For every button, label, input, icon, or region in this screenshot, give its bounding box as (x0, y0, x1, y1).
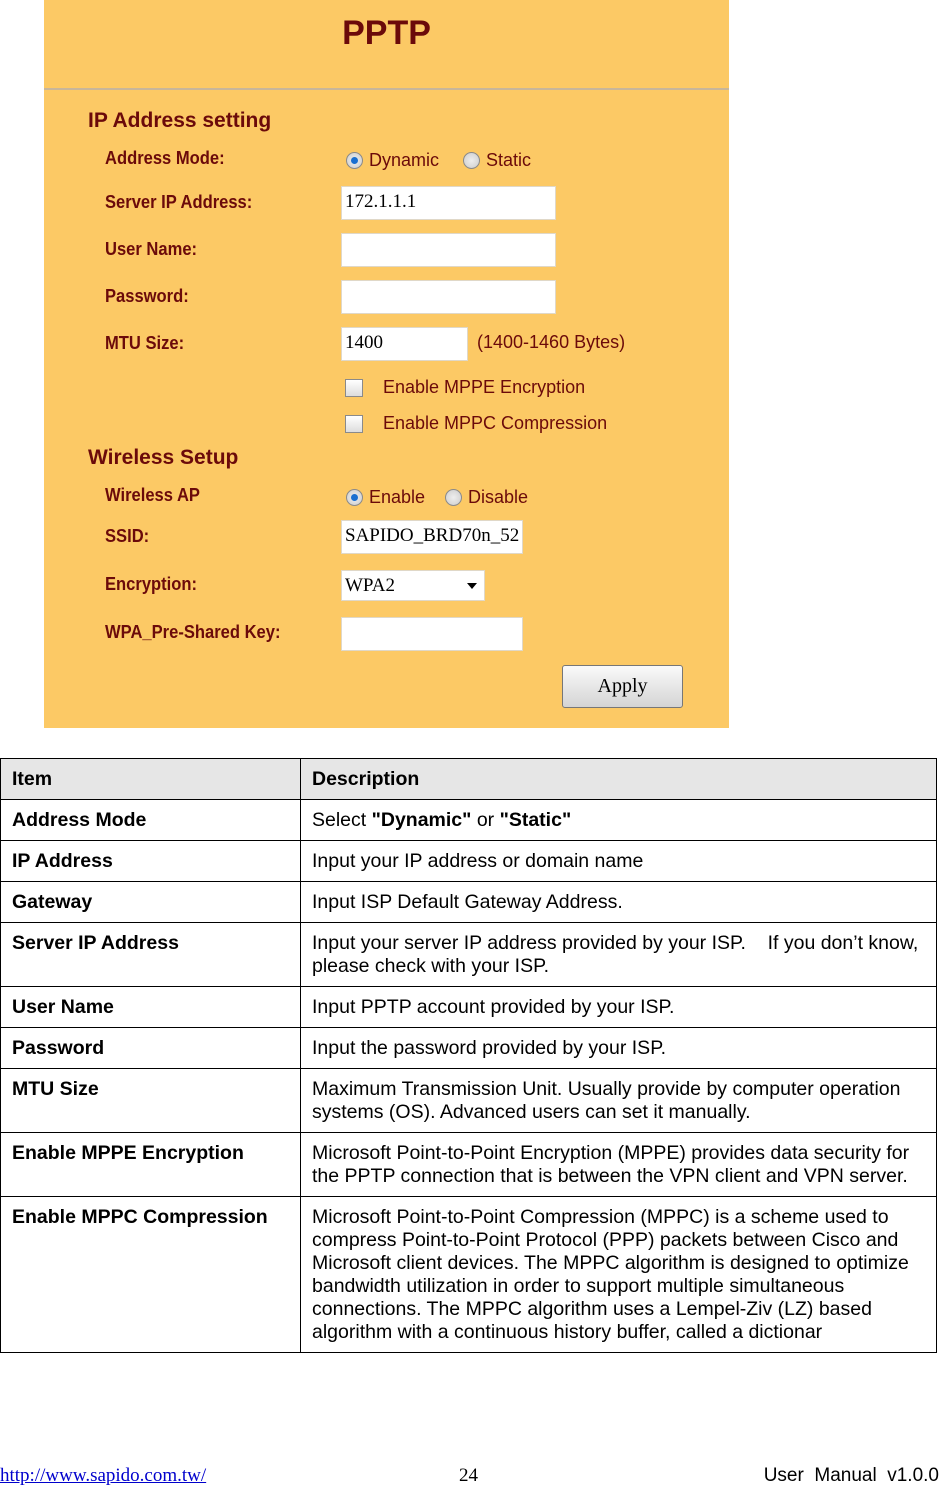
mppe-checkbox[interactable]: Enable MPPE Encryption (345, 377, 585, 398)
encryption-label: Encryption: (105, 574, 198, 594)
description-cell: Select "Dynamic" or "Static" (300, 799, 937, 841)
checkbox-icon (345, 414, 363, 433)
divider (44, 88, 729, 90)
header-description: Description (300, 758, 937, 800)
address-mode-label: Address Mode: (105, 148, 225, 168)
section-ip-address: IP Address setting (88, 109, 272, 132)
mtu-input[interactable]: 1400 (341, 327, 468, 361)
description-table: Item Description Address Mode Select "Dyna… (0, 758, 937, 1353)
encryption-value: WPA2 (345, 574, 395, 596)
description-cell: Input your server IP address provided by… (300, 922, 937, 987)
item-cell: User Name (0, 986, 301, 1028)
description-cell: Microsoft Point-to-Point Encryption (MPP… (300, 1132, 937, 1197)
mtu-hint: (1400-1460 Bytes) (477, 332, 626, 352)
page-title: PPTP (342, 14, 431, 52)
table-row: Enable MPPE Encryption Microsoft Point-to… (0, 1132, 937, 1197)
wireless-ap-label: Wireless AP (105, 485, 200, 505)
page-number: 24 (459, 1465, 478, 1486)
server-ip-input[interactable]: 172.1.1.1 (341, 186, 556, 220)
chevron-down-icon (467, 582, 477, 589)
table-row: Gateway Input ISP Default Gateway Address… (0, 881, 937, 923)
psk-input[interactable] (341, 617, 523, 651)
table-row: User Name Input PPTP account provided by … (0, 986, 937, 1028)
item-cell: Enable MPPE Encryption (0, 1132, 301, 1197)
ssid-label: SSID: (105, 526, 150, 546)
checkbox-label: Enable MPPE Encryption (383, 377, 586, 397)
item-cell: Address Mode (0, 799, 301, 841)
encryption-select[interactable]: WPA2 (341, 570, 485, 601)
table-row: MTU Size Maximum Transmission Unit. Usual… (0, 1068, 937, 1133)
apply-button[interactable]: Apply (562, 665, 683, 708)
ssid-input[interactable]: SAPIDO_BRD70n_52 (341, 520, 523, 554)
description-cell: Input ISP Default Gateway Address. (300, 881, 937, 923)
item-cell: Enable MPPC Compression (0, 1196, 301, 1353)
radio-label: Disable (468, 487, 529, 507)
table-row: Password Input the password provided by y… (0, 1027, 937, 1069)
description-cell: Input the password provided by your ISP. (300, 1027, 937, 1069)
item-cell: Password (0, 1027, 301, 1069)
description-cell: Input PPTP account provided by your ISP. (300, 986, 937, 1028)
radio-label: Enable (369, 487, 426, 507)
website-link[interactable]: http://www.sapido.com.tw/ (0, 1465, 206, 1487)
password-label: Password: (105, 286, 189, 306)
item-cell: IP Address (0, 840, 301, 882)
radio-icon (346, 152, 363, 169)
checkbox-icon (345, 378, 363, 397)
pptp-settings-panel: PPTP IP Address setting Address Mode: Dy… (44, 0, 729, 728)
description-cell: Maximum Transmission Unit. Usually provi… (300, 1068, 937, 1133)
radio-icon (346, 489, 363, 506)
description-cell: Microsoft Point-to-Point Compression (MP… (300, 1196, 937, 1353)
section-wireless: Wireless Setup (88, 446, 239, 469)
radio-dynamic[interactable]: Dynamic (346, 150, 439, 171)
checkbox-label: Enable MPPC Compression (383, 413, 608, 433)
radio-disable[interactable]: Disable (445, 487, 528, 508)
server-ip-label: Server IP Address: (105, 192, 253, 212)
table-row: Enable MPPC Compression Microsoft Point-t… (0, 1196, 937, 1353)
table-row: Server IP Address Input your server IP ad… (0, 922, 937, 987)
description-cell: Input your IP address or domain name (300, 840, 937, 882)
item-cell: Gateway (0, 881, 301, 923)
item-cell: MTU Size (0, 1068, 301, 1133)
item-cell: Server IP Address (0, 922, 301, 987)
mppc-checkbox[interactable]: Enable MPPC Compression (345, 413, 607, 434)
table-row: Address Mode Select "Dynamic" or "Static" (0, 799, 937, 841)
table-header: Item Description (0, 758, 937, 800)
user-name-input[interactable] (341, 233, 556, 267)
manual-version: User Manual v1.0.0 (763, 1465, 939, 1486)
table-row: IP Address Input your IP address or domai… (0, 840, 937, 882)
header-item: Item (0, 758, 301, 800)
radio-static[interactable]: Static (463, 150, 531, 171)
password-input[interactable] (341, 280, 556, 314)
radio-label: Static (486, 150, 532, 170)
radio-label: Dynamic (369, 150, 440, 170)
user-name-label: User Name: (105, 239, 198, 259)
mtu-label: MTU Size: (105, 333, 185, 353)
radio-icon (445, 489, 462, 506)
radio-icon (463, 152, 480, 169)
psk-label: WPA_Pre-Shared Key: (105, 622, 281, 642)
radio-enable[interactable]: Enable (346, 487, 425, 508)
